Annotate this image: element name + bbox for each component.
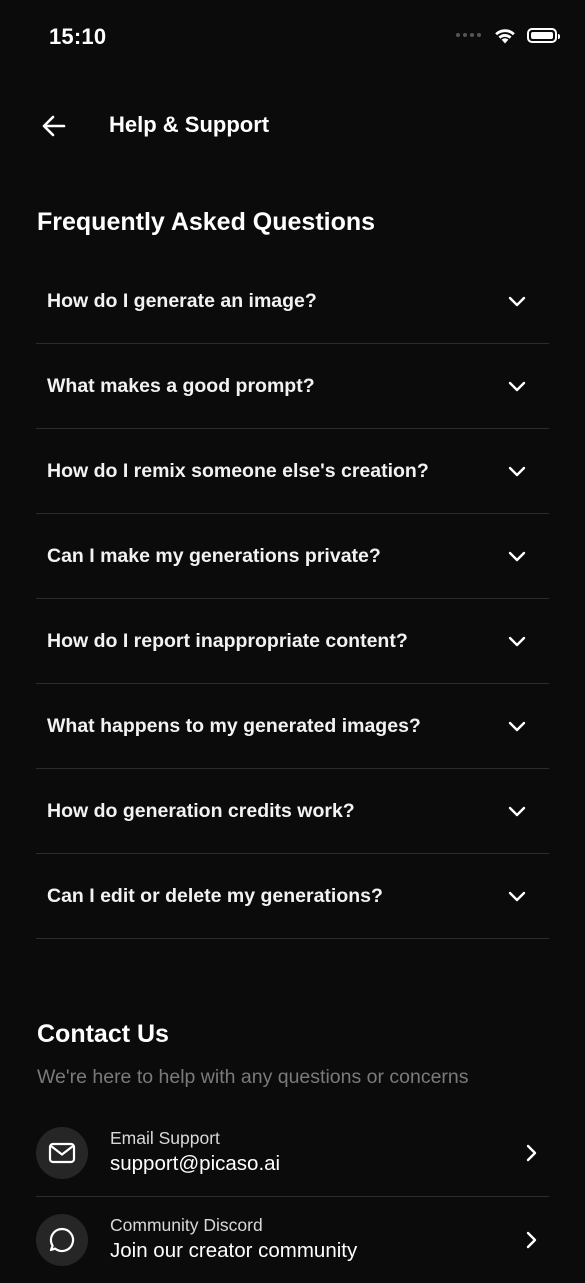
contact-label: Community Discord	[110, 1215, 263, 1235]
faq-question: What happens to my generated images?	[47, 714, 421, 737]
contact-label: Email Support	[110, 1128, 220, 1148]
contact-subtitle: We're here to help with any questions or…	[37, 1066, 469, 1088]
cellular-signal-icon	[456, 33, 481, 37]
faq-list: How do I generate an image? What makes a…	[36, 259, 549, 939]
chat-bubble-icon	[36, 1214, 88, 1266]
faq-question: How do I remix someone else's creation?	[47, 459, 429, 482]
contact-text: Community Discord Join our creator commu…	[110, 1215, 357, 1265]
status-icons	[456, 26, 560, 44]
faq-item-edit-delete[interactable]: Can I edit or delete my generations?	[36, 854, 549, 939]
faq-item-remix[interactable]: How do I remix someone else's creation?	[36, 429, 549, 514]
faq-question: What makes a good prompt?	[47, 374, 315, 397]
faq-question: How do I generate an image?	[47, 289, 317, 312]
back-button[interactable]	[34, 106, 74, 146]
contact-list: Email Support support@picaso.ai Communit…	[36, 1110, 549, 1283]
chevron-down-icon	[507, 376, 527, 396]
faq-item-good-prompt[interactable]: What makes a good prompt?	[36, 344, 549, 429]
chevron-down-icon	[507, 886, 527, 906]
status-time: 15:10	[49, 24, 107, 49]
faq-item-report[interactable]: How do I report inappropriate content?	[36, 599, 549, 684]
header: Help & Support	[0, 100, 585, 152]
wifi-icon	[495, 29, 515, 44]
contact-value: Join our creator community	[110, 1239, 358, 1262]
faq-item-credits[interactable]: How do generation credits work?	[36, 769, 549, 854]
status-bar: 15:10	[0, 0, 585, 75]
faq-item-private[interactable]: Can I make my generations private?	[36, 514, 549, 599]
faq-item-generate-image[interactable]: How do I generate an image?	[36, 259, 549, 344]
chevron-down-icon	[507, 546, 527, 566]
contact-section-title: Contact Us	[37, 1020, 169, 1048]
chevron-down-icon	[507, 631, 527, 651]
page-title: Help & Support	[109, 112, 270, 137]
faq-question: Can I edit or delete my generations?	[47, 884, 383, 907]
chevron-down-icon	[507, 716, 527, 736]
faq-section-title: Frequently Asked Questions	[37, 208, 376, 236]
contact-item-email[interactable]: Email Support support@picaso.ai	[36, 1110, 549, 1197]
chevron-right-icon	[521, 1230, 541, 1250]
chevron-down-icon	[507, 291, 527, 311]
faq-question: How do I report inappropriate content?	[47, 629, 408, 652]
contact-text: Email Support support@picaso.ai	[110, 1128, 280, 1178]
mail-icon	[36, 1127, 88, 1179]
chevron-down-icon	[507, 801, 527, 821]
contact-item-discord[interactable]: Community Discord Join our creator commu…	[36, 1197, 549, 1283]
chevron-down-icon	[507, 461, 527, 481]
faq-item-generated-images[interactable]: What happens to my generated images?	[36, 684, 549, 769]
arrow-left-icon	[42, 115, 66, 137]
faq-question: Can I make my generations private?	[47, 544, 381, 567]
battery-icon	[527, 27, 560, 43]
faq-question: How do generation credits work?	[47, 799, 355, 822]
chevron-right-icon	[521, 1143, 541, 1163]
contact-value: support@picaso.ai	[110, 1152, 281, 1175]
